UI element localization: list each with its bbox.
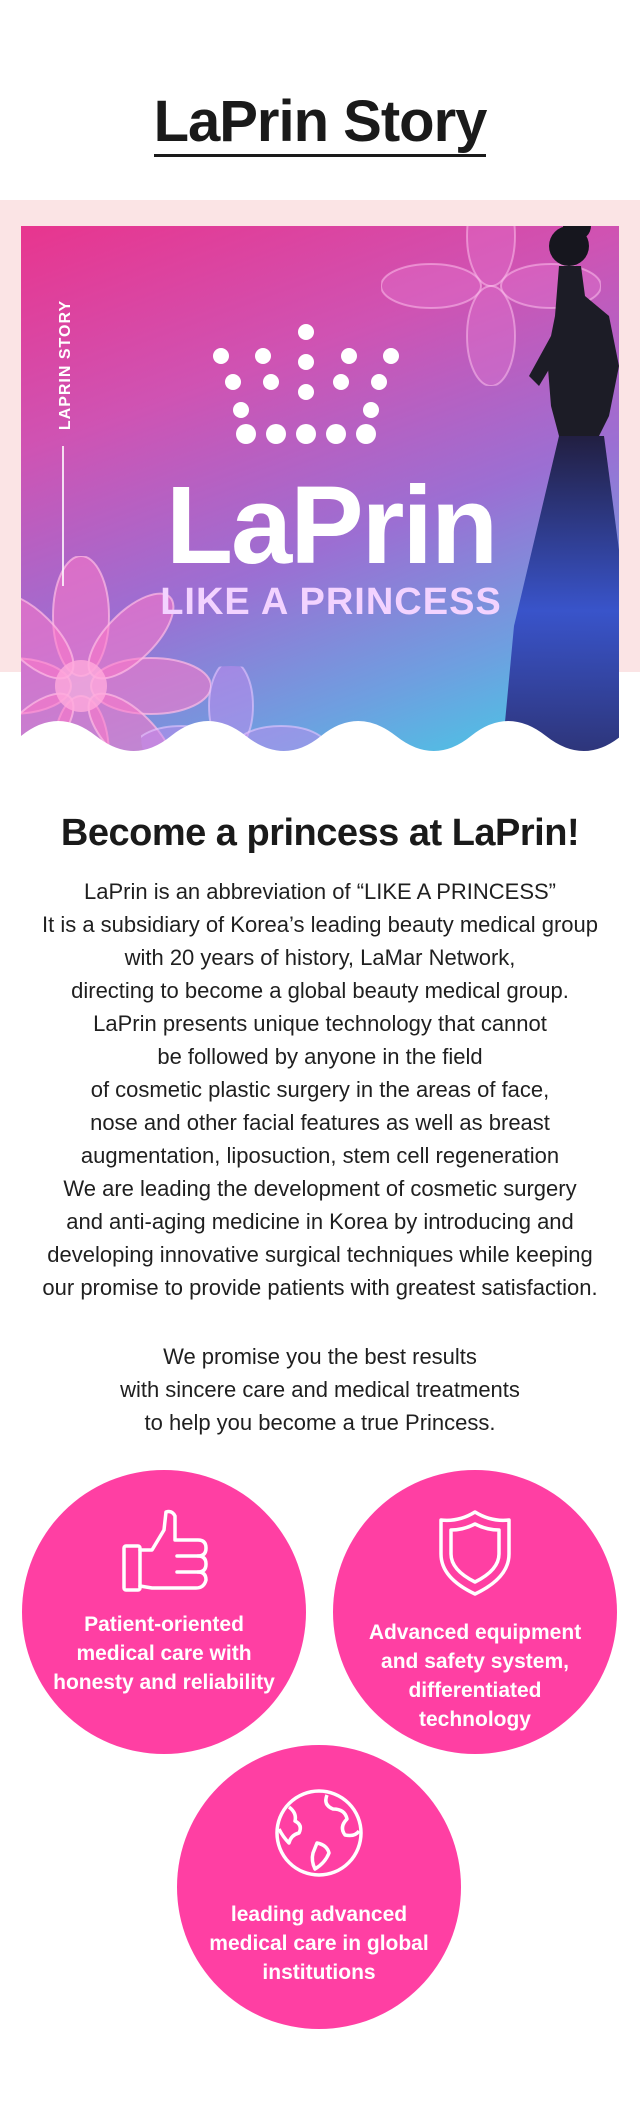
section-heading: Become a princess at LaPrin! (60, 812, 580, 854)
feature-card-global: leading advanced medical care in global … (177, 1745, 461, 2029)
promise-paragraph: We promise you the best results with sin… (120, 1344, 520, 1435)
feature-label: Patient-oriented medical care with hones… (53, 1613, 275, 1694)
shield-icon (439, 1510, 511, 1596)
feature-label: leading advanced medical care in global … (209, 1903, 429, 1984)
feature-card-equipment: Advanced equipment and safety system, di… (333, 1470, 617, 1754)
hero-banner: LAPRIN STORY LaPrin LIKE A PRINCESS (21, 226, 619, 756)
page-title: LaPrin Story (0, 88, 640, 157)
princess-silhouette (501, 226, 619, 756)
side-label-block: LAPRIN STORY (45, 256, 81, 756)
side-divider (62, 446, 64, 586)
intro-paragraph: LaPrin is an abbreviation of “LIKE A PRI… (41, 879, 599, 1300)
feature-label: Advanced equipment and safety system, di… (368, 1621, 582, 1731)
globe-icon (275, 1789, 363, 1877)
side-label: LAPRIN STORY (57, 299, 75, 431)
wave-divider (21, 721, 619, 756)
feature-card-patient: Patient-oriented medical care with hones… (22, 1470, 306, 1754)
crown-logo-icon (213, 324, 399, 444)
thumbs-up-icon (122, 1509, 208, 1592)
